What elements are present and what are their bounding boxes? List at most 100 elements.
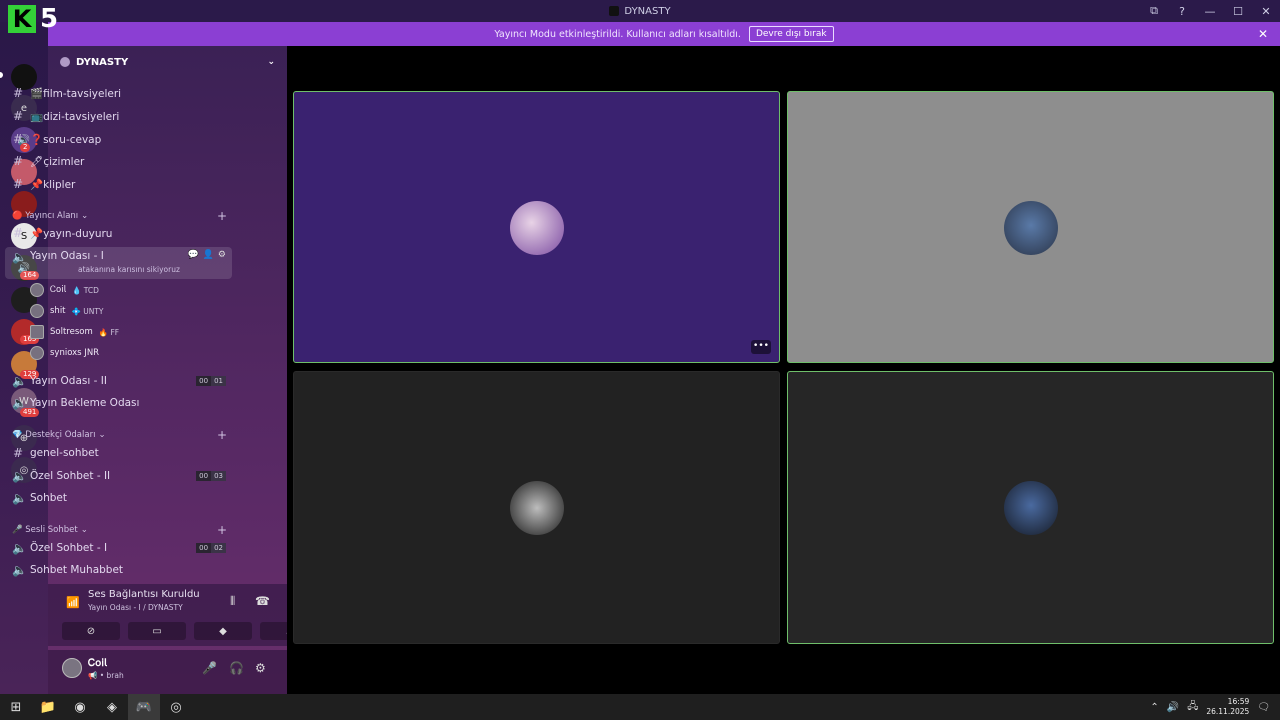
chevron-down-icon: ⌄ xyxy=(81,211,89,221)
screen-share-icon[interactable]: ⧉ xyxy=(1140,4,1168,18)
voice-connection-panel: 📶 Ses Bağlantısı Kuruldu Yayın Odası - I… xyxy=(48,584,318,646)
user-panel: Ꮯ𝗈𝗂𝗅 📢 • brah 🎤 🎧 ⚙ xyxy=(48,650,287,694)
speaker-icon: 🔈 xyxy=(12,469,27,483)
user-status: 📢 • brah xyxy=(88,671,124,680)
windows-start-icon[interactable]: ⊞ xyxy=(0,694,32,720)
server-header[interactable]: DYNASTY ⌄ xyxy=(48,46,287,78)
voice-member[interactable]: synioxs JNR xyxy=(30,346,99,360)
voice-location[interactable]: Yayın Odası - I / DYNASTY xyxy=(88,603,183,612)
hash-icon: # xyxy=(12,154,24,168)
signal-icon: 📶 xyxy=(66,596,80,609)
notification-icon[interactable]: 🗨 xyxy=(1257,702,1270,713)
voice-channel-muhabbet[interactable]: 🔈 Sohbet Muhabbet xyxy=(5,559,232,581)
video-tile[interactable] xyxy=(787,371,1274,644)
obs-icon[interactable]: ◎ xyxy=(160,694,192,720)
channel-soru[interactable]: # ❓soru-cevap xyxy=(5,128,232,150)
channel-genel-sohbet[interactable]: # genel-sohbet xyxy=(5,442,232,464)
streamer-mode-banner: Yayıncı Modu etkinleştirildi. Kullanıcı … xyxy=(48,22,1280,46)
discord-icon[interactable]: 🎮 xyxy=(128,694,160,720)
channel-klipler[interactable]: # 📌klipler xyxy=(5,173,232,195)
avatar xyxy=(510,481,564,535)
hash-icon: # xyxy=(12,446,24,460)
headphones-icon[interactable]: 🎧 xyxy=(229,661,244,675)
speaker-icon: 🔈 xyxy=(12,563,27,577)
gear-icon[interactable]: ⚙ xyxy=(218,250,226,260)
speaker-icon: 🔈 xyxy=(12,250,27,264)
category-destekci[interactable]: 💎 Destekçi Odaları ⌄ + xyxy=(12,428,227,442)
voice-channel-sohbet[interactable]: 🔈 Sohbet xyxy=(5,487,232,509)
screen-share-button[interactable]: ▭ xyxy=(128,622,186,640)
channel-dizi[interactable]: # 📺dizi-tavsiyeleri xyxy=(5,105,232,127)
channel-logo: K 5 xyxy=(8,4,58,34)
app-icon[interactable]: ◈ xyxy=(96,694,128,720)
camera-off-button[interactable]: ⊘ xyxy=(62,622,120,640)
disable-streamer-mode-button[interactable]: Devre dışı bırak xyxy=(748,26,834,42)
voice-member[interactable]: Ꮯ𝗈𝗂𝗅 💧 TCD xyxy=(30,283,99,297)
hash-icon: # xyxy=(12,132,24,146)
speaker-icon: 🔈 xyxy=(12,396,27,410)
chrome-icon[interactable]: ◉ xyxy=(64,694,96,720)
add-channel-icon[interactable]: + xyxy=(217,523,227,537)
voice-member[interactable]: shit 💠 UNTY xyxy=(30,304,104,318)
window-title: DYNASTY xyxy=(609,6,671,17)
invite-icon[interactable]: 👤 xyxy=(203,250,214,260)
avatar xyxy=(30,346,44,360)
video-tile[interactable] xyxy=(293,371,780,644)
user-limit-badge: 00 03 xyxy=(196,471,226,481)
help-icon[interactable]: ? xyxy=(1168,5,1196,18)
microphone-icon[interactable]: 🎤 xyxy=(202,661,217,675)
username: Ꮯ𝗈𝗂𝗅 xyxy=(88,658,107,669)
window-controls: ⧉ ? — ☐ ✕ xyxy=(1140,0,1280,22)
gear-icon[interactable]: ⚙ xyxy=(255,661,266,675)
voice-member[interactable]: Soltresom 🔥 FF xyxy=(30,325,119,339)
server-badge-icon xyxy=(60,57,70,67)
add-channel-icon[interactable]: + xyxy=(217,428,227,442)
voice-status: Ses Bağlantısı Kuruldu xyxy=(88,589,200,600)
volume-icon[interactable]: 🔊 xyxy=(1167,702,1179,713)
category-yayinci[interactable]: 🔴 Yayıncı Alanı ⌄ + xyxy=(12,209,227,223)
activities-button[interactable]: ◆ xyxy=(194,622,252,640)
voice-channel-yayin-odasi-1[interactable]: 🔈 Yayın Odası - I 💬 👤 ⚙ xyxy=(5,247,232,279)
voice-channel-ozel-1[interactable]: 🔈 Özel Sohbet - I 00 02 xyxy=(5,537,232,559)
avatar xyxy=(30,304,44,318)
category-sesli[interactable]: 🎤 Sesli Sohbet ⌄ + xyxy=(12,523,227,537)
hash-icon: # xyxy=(12,226,24,240)
voice-channel-yayin-odasi-2[interactable]: 🔈 Yayın Odası - II 00 01 xyxy=(5,370,232,392)
system-tray: ⌃ 🔊 🖧 16:59 26.11.2025 🗨 xyxy=(1150,694,1280,720)
network-icon[interactable]: 🖧 xyxy=(1187,699,1198,716)
more-options-icon[interactable]: ••• xyxy=(751,340,771,354)
maximize-button[interactable]: ☐ xyxy=(1224,5,1252,18)
channel-yayin-duyuru[interactable]: # 📌yayın-duyuru xyxy=(5,222,232,244)
taskbar: ⊞ 📁 ◉ ◈ 🎮 ◎ ⌃ 🔊 🖧 16:59 26.11.2025 🗨 xyxy=(0,694,1280,720)
banner-close-icon[interactable]: ✕ xyxy=(1258,27,1268,41)
window-titlebar: DYNASTY ⧉ ? — ☐ ✕ xyxy=(0,0,1280,22)
disconnect-icon[interactable]: ☎ xyxy=(255,594,270,608)
hash-icon: # xyxy=(12,177,24,191)
speaker-icon: 🔈 xyxy=(12,541,27,555)
file-explorer-icon[interactable]: 📁 xyxy=(32,694,64,720)
banner-message: Yayıncı Modu etkinleştirildi. Kullanıcı … xyxy=(494,28,741,40)
video-grid: ••• xyxy=(287,46,1280,694)
add-channel-icon[interactable]: + xyxy=(217,209,227,223)
user-limit-badge: 00 02 xyxy=(196,543,226,553)
speaker-icon: 🔈 xyxy=(12,374,27,388)
video-tile[interactable]: ••• xyxy=(293,91,780,363)
avatar[interactable] xyxy=(62,658,82,678)
close-button[interactable]: ✕ xyxy=(1252,5,1280,18)
channel-cizimler[interactable]: # 🖊çizimler xyxy=(5,150,232,172)
avatar xyxy=(1004,481,1058,535)
channel-film[interactable]: # 🎬film-tavsiyeleri xyxy=(5,82,232,104)
chevron-down-icon: ⌄ xyxy=(267,57,275,67)
voice-channel-bekleme[interactable]: 🔈 Yayın Bekleme Odası xyxy=(5,392,232,414)
user-limit-badge: 00 01 xyxy=(196,376,226,386)
server-pip xyxy=(0,72,3,78)
minimize-button[interactable]: — xyxy=(1196,5,1224,18)
avatar xyxy=(510,201,564,255)
chevron-up-icon[interactable]: ⌃ xyxy=(1150,702,1158,713)
noise-suppression-icon[interactable]: ⦀ xyxy=(230,594,235,609)
chat-icon[interactable]: 💬 xyxy=(187,250,198,260)
video-tile[interactable] xyxy=(787,91,1274,363)
avatar xyxy=(30,283,44,297)
clock[interactable]: 16:59 26.11.2025 xyxy=(1206,697,1249,717)
voice-channel-ozel-2[interactable]: 🔈 Özel Sohbet - II 00 03 xyxy=(5,465,232,487)
